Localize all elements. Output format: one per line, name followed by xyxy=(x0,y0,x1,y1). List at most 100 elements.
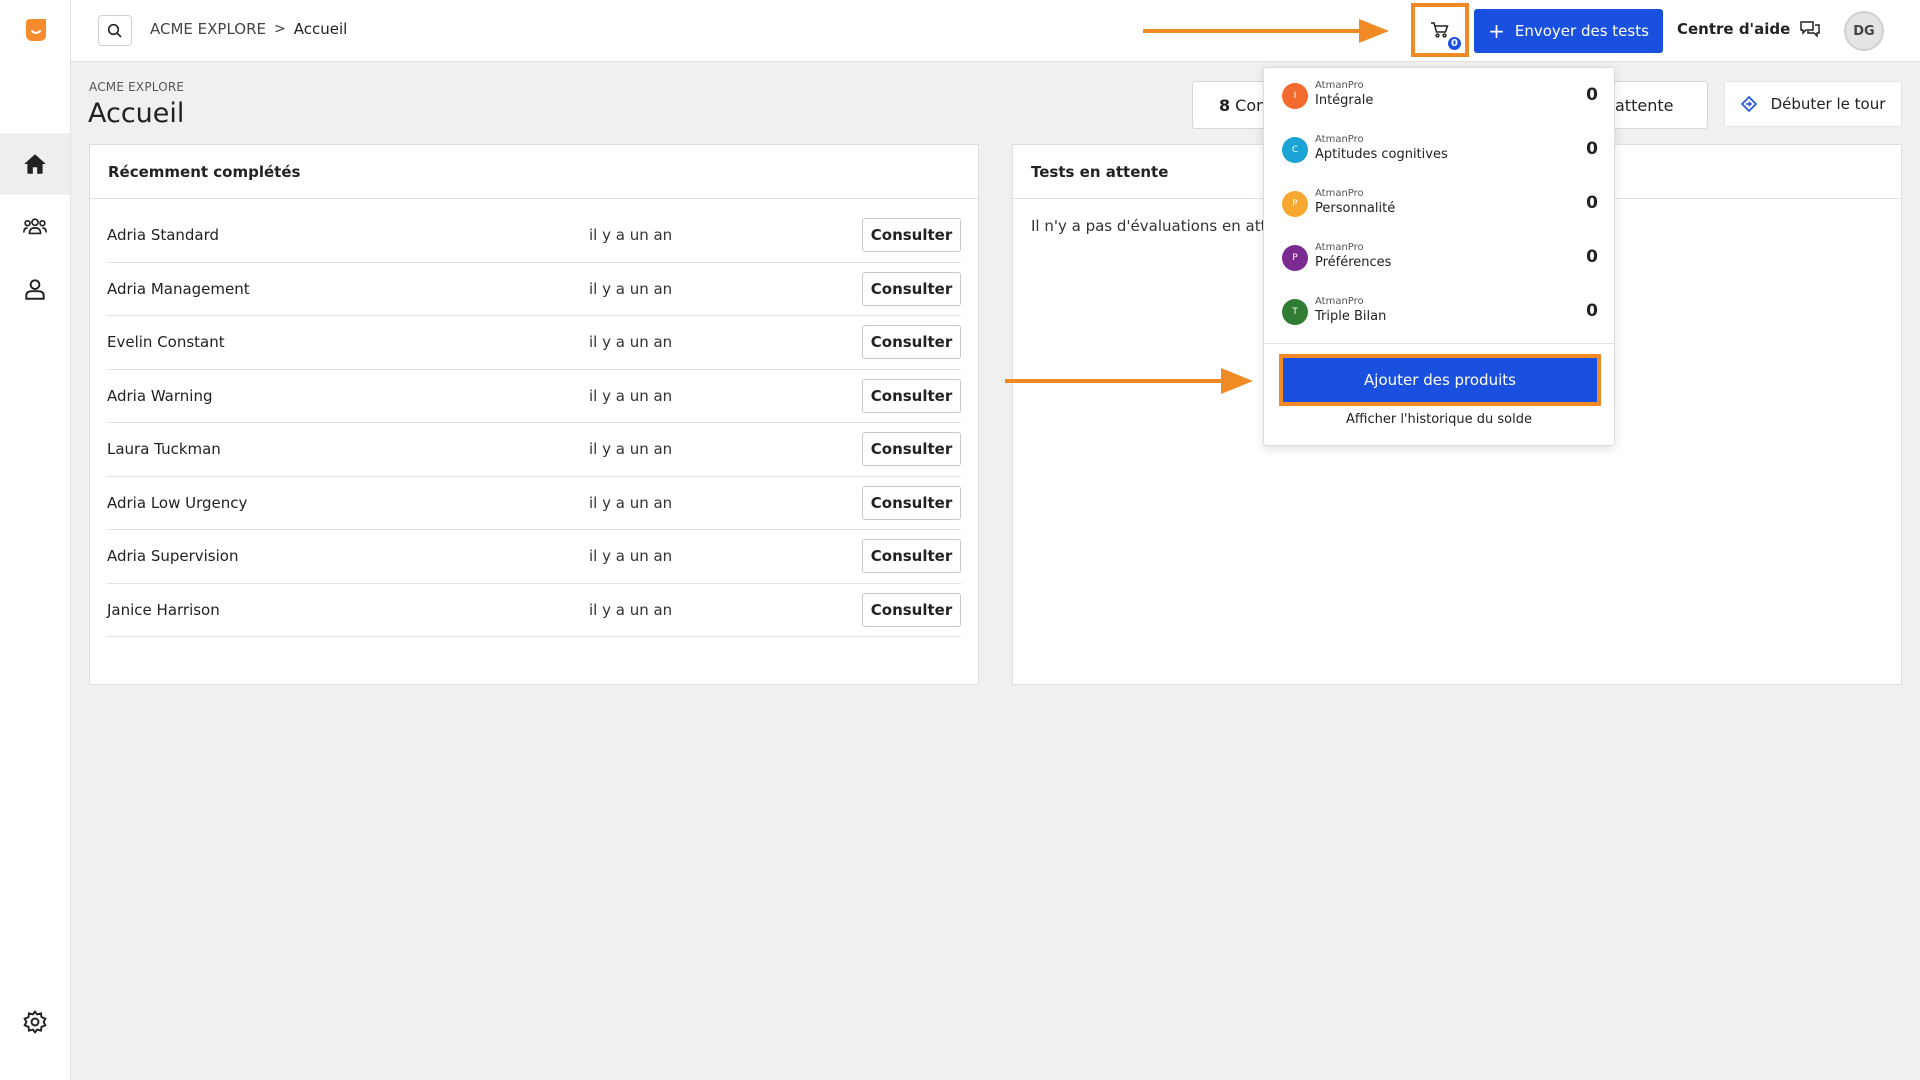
table-row: Adria Management il y a un an Consulter xyxy=(107,263,961,316)
consult-button[interactable]: Consulter xyxy=(862,378,961,413)
row-name: Adria Warning xyxy=(107,386,213,405)
row-name: Adria Low Urgency xyxy=(107,493,248,512)
breadcrumb-current: Accueil xyxy=(293,20,348,38)
row-name: Adria Management xyxy=(107,279,250,298)
topbar: ACME EXPLORE > Accueil 0 + Envoyer des t… xyxy=(71,0,1920,62)
row-name: Adria Standard xyxy=(107,226,220,245)
gear-icon xyxy=(23,1010,47,1034)
consult-button[interactable]: Consulter xyxy=(862,485,961,520)
search-button[interactable] xyxy=(98,15,132,46)
product-count: 0 xyxy=(1586,193,1598,213)
send-tests-label: Envoyer des tests xyxy=(1514,22,1649,40)
annotation-arrow-icon xyxy=(1143,19,1389,43)
consult-button[interactable]: Consulter xyxy=(862,592,961,627)
completed-label: Con xyxy=(1235,95,1267,115)
row-time: il y a un an xyxy=(589,386,673,405)
annotation-arrow-icon xyxy=(1005,368,1253,394)
product-brand: AtmanPro xyxy=(1315,80,1364,91)
pending-empty-message: Il n'y a pas d'évaluations en atter xyxy=(1031,217,1282,235)
dropdown-divider xyxy=(1264,343,1614,344)
row-time: il y a un an xyxy=(589,333,673,352)
sidebar-item-profile[interactable] xyxy=(0,258,70,320)
avatar[interactable]: DG xyxy=(1844,11,1884,51)
product-name: Triple Bilan xyxy=(1315,309,1387,324)
row-time: il y a un an xyxy=(589,440,673,459)
plus-icon: + xyxy=(1488,19,1505,43)
table-row: Janice Harrison il y a un an Consulter xyxy=(107,584,961,637)
cart-button[interactable]: 0 xyxy=(1411,3,1469,57)
row-time: il y a un an xyxy=(589,279,673,298)
breadcrumb: ACME EXPLORE > Accueil xyxy=(150,20,347,38)
table-row: Adria Warning il y a un an Consulter xyxy=(107,370,961,423)
table-row: Adria Low Urgency il y a un an Consulter xyxy=(107,477,961,530)
consult-button[interactable]: Consulter xyxy=(862,325,961,360)
row-time: il y a un an xyxy=(589,226,673,245)
chevron-right-icon: > xyxy=(274,21,286,37)
start-tour-button[interactable]: Débuter le tour xyxy=(1724,81,1902,127)
chat-icon[interactable] xyxy=(1799,19,1821,43)
add-products-highlight: Ajouter des produits xyxy=(1279,354,1601,406)
breadcrumb-org[interactable]: ACME EXPLORE xyxy=(150,20,266,38)
product-brand: AtmanPro xyxy=(1315,188,1364,199)
org-label: ACME EXPLORE xyxy=(89,80,185,94)
consult-button[interactable]: Consulter xyxy=(862,432,961,467)
product-brand: AtmanPro xyxy=(1315,134,1364,145)
cart-product-item[interactable]: P AtmanPro Personnalité 0 xyxy=(1282,184,1598,224)
users-icon xyxy=(23,218,47,235)
balance-history-link[interactable]: Afficher l'historique du solde xyxy=(1264,412,1614,427)
sidebar xyxy=(0,0,71,1080)
row-name: Laura Tuckman xyxy=(107,440,221,459)
cart-product-item[interactable]: T AtmanPro Triple Bilan 0 xyxy=(1282,292,1598,332)
product-name: Intégrale xyxy=(1315,93,1374,108)
product-badge-icon: T xyxy=(1282,299,1308,325)
recently-completed-list: Adria Standard il y a un an Consulter Adria… xyxy=(90,209,978,637)
consult-button[interactable]: Consulter xyxy=(862,218,961,253)
product-count: 0 xyxy=(1586,301,1598,321)
consult-button[interactable]: Consulter xyxy=(862,539,961,574)
start-tour-label: Débuter le tour xyxy=(1770,95,1886,113)
send-tests-button[interactable]: + Envoyer des tests xyxy=(1474,9,1663,53)
logo-icon[interactable] xyxy=(22,17,50,43)
product-count: 0 xyxy=(1586,247,1598,267)
add-products-button[interactable]: Ajouter des produits xyxy=(1283,358,1597,402)
user-icon xyxy=(25,279,45,300)
recently-completed-panel: Récemment complétés Adria Standard il y a… xyxy=(89,144,979,685)
cart-product-item[interactable]: C AtmanPro Aptitudes cognitives 0 xyxy=(1282,130,1598,170)
recently-completed-title: Récemment complétés xyxy=(90,145,978,199)
page-title: Accueil xyxy=(88,98,185,129)
row-name: Adria Supervision xyxy=(107,547,239,566)
cart-product-item[interactable]: P AtmanPro Préférences 0 xyxy=(1282,238,1598,278)
pending-label: attente xyxy=(1615,95,1674,115)
search-icon xyxy=(107,23,122,38)
table-row: Laura Tuckman il y a un an Consulter xyxy=(107,423,961,477)
row-name: Janice Harrison xyxy=(107,600,220,619)
cart-icon xyxy=(1431,22,1449,38)
cart-count-badge: 0 xyxy=(1446,35,1463,52)
product-name: Aptitudes cognitives xyxy=(1315,147,1448,162)
product-badge-icon: I xyxy=(1282,83,1308,109)
product-name: Préférences xyxy=(1315,255,1392,270)
table-row: Adria Supervision il y a un an Consulter xyxy=(107,530,961,584)
help-center-link[interactable]: Centre d'aide xyxy=(1677,20,1790,38)
completed-count: 8 xyxy=(1219,95,1231,115)
cart-product-item[interactable]: I AtmanPro Intégrale 0 xyxy=(1282,76,1598,116)
row-time: il y a un an xyxy=(589,493,673,512)
home-icon xyxy=(24,154,46,174)
product-count: 0 xyxy=(1586,85,1598,105)
product-badge-icon: P xyxy=(1282,245,1308,271)
consult-button[interactable]: Consulter xyxy=(862,271,961,306)
product-badge-icon: P xyxy=(1282,191,1308,217)
product-brand: AtmanPro xyxy=(1315,296,1364,307)
product-badge-icon: C xyxy=(1282,137,1308,163)
sidebar-item-settings[interactable] xyxy=(0,991,70,1053)
product-name: Personnalité xyxy=(1315,201,1396,216)
table-row: Adria Standard il y a un an Consulter xyxy=(107,209,961,263)
product-brand: AtmanPro xyxy=(1315,242,1364,253)
product-count: 0 xyxy=(1586,139,1598,159)
sidebar-item-home[interactable] xyxy=(0,133,70,195)
row-time: il y a un an xyxy=(589,547,673,566)
sidebar-item-team[interactable] xyxy=(0,195,70,257)
row-name: Evelin Constant xyxy=(107,333,225,352)
tour-diamond-icon xyxy=(1740,96,1757,112)
table-row: Evelin Constant il y a un an Consulter xyxy=(107,316,961,370)
